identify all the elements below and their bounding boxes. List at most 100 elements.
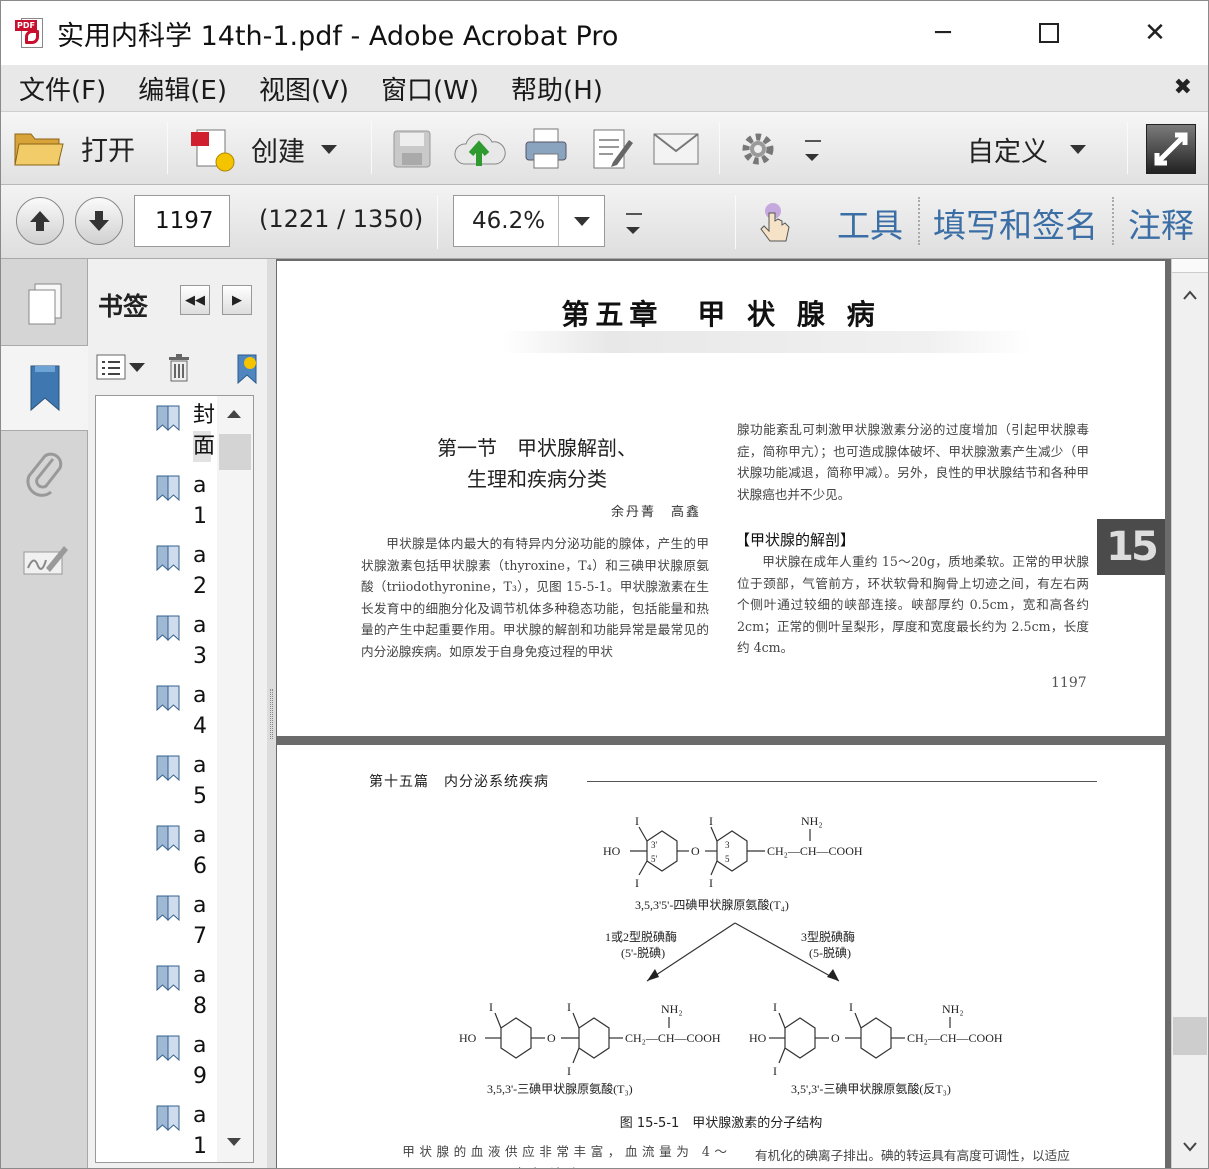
anatomy-heading: 【甲状腺的解剖】 <box>735 531 856 549</box>
new-bookmark-icon[interactable] <box>234 353 258 385</box>
edit-document-icon[interactable] <box>591 126 635 172</box>
figure-caption: 图 15-5-1 甲状腺激素的分子结构 <box>619 1116 823 1131</box>
bookmark-item[interactable]: a3 <box>154 610 214 676</box>
t4-iodine-5: I <box>709 876 713 890</box>
menu-file[interactable]: 文件(F) <box>19 70 106 107</box>
nav-overflow-icon[interactable] <box>626 213 642 238</box>
close-icon: ✕ <box>1144 18 1166 48</box>
customize-label: 自定义 <box>967 137 1048 168</box>
menu-view[interactable]: 视图(V) <box>259 70 349 107</box>
bookmark-label: a6 <box>193 823 207 879</box>
bookmark-options-button[interactable] <box>96 353 145 381</box>
comment-panel-link[interactable]: 注释 <box>1128 199 1194 247</box>
bookmark-icon <box>154 544 184 578</box>
t4-ho: HO <box>603 844 621 858</box>
rt3-name: 3,5',3'-三碘甲状腺原氨酸(反T₃) <box>791 1081 951 1096</box>
bookmark-label: a4 <box>193 683 207 739</box>
open-button[interactable]: 打开 <box>13 126 135 170</box>
bookmark-item[interactable]: a5 <box>154 750 214 816</box>
bookmarks-scrollbar[interactable] <box>217 396 253 1162</box>
bookmark-item[interactable]: a4 <box>154 680 214 746</box>
acrobat-window: PDF 实用内科学 14th-1.pdf - Adobe Acrobat Pro… <box>0 0 1209 1169</box>
bookmark-label: a3 <box>193 613 207 669</box>
signatures-button[interactable] <box>1 517 88 603</box>
print-icon[interactable] <box>523 126 569 172</box>
bookmarks-panel-button[interactable] <box>1 345 88 431</box>
paperclip-icon <box>25 452 62 497</box>
create-button[interactable]: 创建 <box>187 124 337 174</box>
expand-fullscreen-icon[interactable] <box>1146 124 1196 174</box>
page-number-input[interactable]: 1197 <box>134 195 230 247</box>
expand-panel-button[interactable]: ▶ <box>222 285 252 315</box>
maximize-button[interactable] <box>996 1 1102 65</box>
zoom-select[interactable]: 46.2% <box>453 195 605 247</box>
scroll-up-arrow-icon[interactable] <box>1182 289 1198 301</box>
bookmarks-scroll-thumb[interactable] <box>219 434 251 470</box>
bookmarks-tree: 封面 a1 a2 a3 a4 a5 a6 a7 a8 a9 a1 <box>95 395 254 1163</box>
menu-window[interactable]: 窗口(W) <box>381 70 479 107</box>
bookmark-label: a2 <box>193 543 207 599</box>
collapse-panel-button[interactable]: ◀◀ <box>180 285 210 315</box>
bookmark-icon <box>154 754 184 788</box>
t3-iodine-3p: I <box>489 1000 493 1014</box>
navigation-toolbar: 1197 (1221 / 1350) 46.2% 工具 填写和签名 注释 <box>1 185 1208 259</box>
save-icon[interactable] <box>391 128 433 170</box>
minimize-icon: ─ <box>935 18 951 48</box>
previous-page-button[interactable] <box>16 197 64 245</box>
fill-and-sign-panel-link[interactable]: 填写和签名 <box>933 199 1098 247</box>
window-title: 实用内科学 14th-1.pdf - Adobe Acrobat Pro <box>57 20 619 52</box>
enzyme-left-line2: (5'-脱碘) <box>621 945 665 960</box>
menu-edit[interactable]: 编辑(E) <box>138 70 227 107</box>
bookmark-item[interactable]: 封面 <box>154 400 215 466</box>
hand-tool-icon[interactable] <box>753 201 795 245</box>
bookmark-label: a1 <box>193 473 207 529</box>
customize-button[interactable]: 自定义 <box>967 130 1086 169</box>
bookmark-item[interactable]: a7 <box>154 890 214 956</box>
bookmark-icon <box>154 404 184 438</box>
zoom-dropdown-icon[interactable] <box>558 196 604 246</box>
bookmark-item[interactable]: a2 <box>154 540 214 606</box>
tools-panel-link[interactable]: 工具 <box>837 199 903 247</box>
document-scrollbar[interactable] <box>1171 259 1208 1168</box>
bookmark-icon <box>154 474 184 508</box>
gear-icon[interactable] <box>739 130 777 168</box>
bookmark-label: a1 <box>193 1103 207 1159</box>
scroll-up-icon[interactable] <box>227 410 241 418</box>
bookmark-label: a9 <box>193 1033 207 1089</box>
authors: 余丹菁 高鑫 <box>611 505 702 520</box>
bookmark-item[interactable]: a1 <box>154 1100 214 1162</box>
bookmark-icon <box>154 614 184 648</box>
t3-name: 3,5,3'-三碘甲状腺原氨酸(T₃) <box>487 1081 633 1096</box>
close-button[interactable]: ✕ <box>1102 1 1208 65</box>
bookmark-item[interactable]: a8 <box>154 960 214 1026</box>
minimize-button[interactable]: ─ <box>890 1 996 65</box>
t3-side-chain: CH₂—CH—COOH <box>625 1031 721 1045</box>
t3-iodine-3: I <box>567 1000 571 1014</box>
t4-label-5: 5 <box>725 854 730 864</box>
document-scroll-thumb[interactable] <box>1173 1017 1207 1055</box>
t3-iodine-5: I <box>567 1064 571 1078</box>
t4-side-chain: CH₂—CH—COOH <box>767 844 863 858</box>
bookmark-item[interactable]: a1 <box>154 470 214 536</box>
scroll-down-arrow-icon[interactable] <box>1182 1141 1198 1153</box>
page-thumbnails-button[interactable] <box>1 261 88 347</box>
options-list-icon <box>96 354 126 380</box>
trash-icon[interactable] <box>166 353 192 383</box>
create-pdf-icon <box>191 129 235 172</box>
bookmark-item[interactable]: a9 <box>154 1030 214 1096</box>
attachments-button[interactable] <box>1 431 88 517</box>
scroll-down-icon[interactable] <box>227 1138 241 1146</box>
bookmark-item[interactable]: a6 <box>154 820 214 886</box>
close-document-icon[interactable]: ✖ <box>1174 75 1192 100</box>
rt3-nh2: NH₂ <box>942 1002 964 1016</box>
next-page-button[interactable] <box>75 197 123 245</box>
pane-splitter[interactable] <box>267 259 276 1168</box>
menu-help[interactable]: 帮助(H) <box>511 70 603 107</box>
toolbar-overflow-icon[interactable] <box>805 140 821 165</box>
cloud-upload-icon[interactable] <box>452 126 506 172</box>
bookmark-icon <box>154 964 184 998</box>
anatomy-paragraph: 甲状腺在成年人重约 15～20g，质地柔软。正常的甲状腺位于颈部，气管前方，环状… <box>737 554 1089 656</box>
document-view: 第五章 甲 状 腺 病 第一节 甲状腺解剖、 生理和疾病分类 余丹菁 高鑫 甲状… <box>276 259 1171 1168</box>
t4-name: 3,5,3'5'-四碘甲状腺原氨酸(T₄) <box>635 897 789 912</box>
email-icon[interactable] <box>652 132 700 166</box>
